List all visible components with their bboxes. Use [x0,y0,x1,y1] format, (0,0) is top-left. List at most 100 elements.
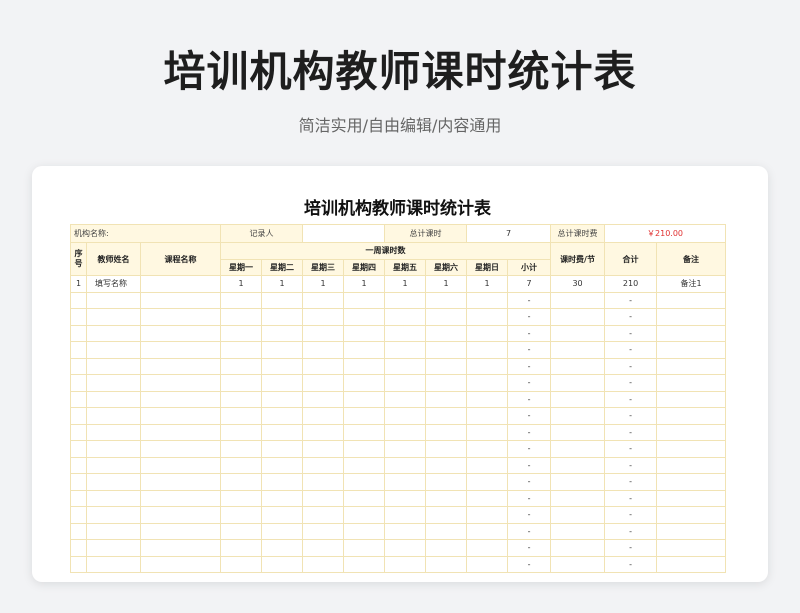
day-hours-cell[interactable] [302,555,345,573]
day-hours-cell[interactable] [302,522,345,540]
total-fee-value[interactable]: ￥210.00 [604,224,727,243]
remark-cell[interactable] [656,324,727,342]
day-hours-cell[interactable] [261,555,304,573]
subtotal-cell[interactable]: 7 [507,275,552,293]
day-hours-cell[interactable] [425,341,468,359]
day-hours-cell[interactable] [384,308,427,326]
subtotal-cell[interactable]: - [507,522,552,540]
seq-cell[interactable] [70,423,87,441]
total-cell[interactable]: - [604,423,658,441]
remark-cell[interactable] [656,539,727,557]
course-cell[interactable] [139,308,222,326]
course-cell[interactable] [139,539,222,557]
day-hours-cell[interactable] [466,440,509,458]
rate-cell[interactable] [550,324,606,342]
total-cell[interactable]: - [604,374,658,392]
remark-cell[interactable] [656,473,727,491]
day-hours-cell[interactable] [384,407,427,425]
day-hours-cell[interactable] [302,423,345,441]
total-cell[interactable]: - [604,407,658,425]
day-hours-cell[interactable] [466,341,509,359]
day-hours-cell[interactable] [261,308,304,326]
teacher-cell[interactable] [86,522,141,540]
day-hours-cell[interactable] [425,539,468,557]
org-name-cell[interactable]: 机构名称: [69,224,222,243]
total-cell[interactable]: 210 [604,275,658,293]
day-hours-cell[interactable] [343,407,386,425]
rate-cell[interactable] [550,423,606,441]
rate-cell[interactable] [550,407,606,425]
day-hours-cell[interactable] [343,357,386,375]
day-hours-cell[interactable] [343,423,386,441]
day-hours-cell[interactable]: 1 [302,275,345,293]
course-cell[interactable] [139,489,222,507]
day-hours-cell[interactable] [261,357,304,375]
remark-cell[interactable] [656,489,727,507]
day-hours-cell[interactable] [425,440,468,458]
day-hours-cell[interactable] [343,539,386,557]
course-cell[interactable] [139,555,222,573]
day-hours-cell[interactable] [261,506,304,524]
day-hours-cell[interactable] [425,522,468,540]
course-cell[interactable] [139,275,222,293]
day-hours-cell[interactable] [384,440,427,458]
day-hours-cell[interactable] [302,440,345,458]
seq-cell[interactable] [70,324,87,342]
seq-cell[interactable] [70,473,87,491]
subtotal-cell[interactable]: - [507,456,552,474]
day-hours-cell[interactable] [302,324,345,342]
subtotal-cell[interactable]: - [507,423,552,441]
day-hours-cell[interactable] [302,374,345,392]
day-hours-cell[interactable] [261,522,304,540]
teacher-cell[interactable]: 填写名称 [86,275,141,293]
day-hours-cell[interactable] [302,506,345,524]
course-cell[interactable] [139,473,222,491]
day-hours-cell[interactable] [384,357,427,375]
remark-cell[interactable] [656,308,727,326]
rate-cell[interactable] [550,522,606,540]
day-hours-cell[interactable]: 1 [220,275,263,293]
day-hours-cell[interactable] [466,291,509,309]
day-hours-cell[interactable] [425,456,468,474]
teacher-cell[interactable] [86,506,141,524]
seq-cell[interactable] [70,555,87,573]
seq-cell[interactable] [70,407,87,425]
teacher-cell[interactable] [86,473,141,491]
teacher-cell[interactable] [86,341,141,359]
day-hours-cell[interactable] [261,407,304,425]
teacher-cell[interactable] [86,407,141,425]
rate-cell[interactable] [550,341,606,359]
day-hours-cell[interactable] [384,291,427,309]
day-hours-cell[interactable] [302,308,345,326]
day-hours-cell[interactable] [343,324,386,342]
total-cell[interactable]: - [604,555,658,573]
subtotal-cell[interactable]: - [507,308,552,326]
total-cell[interactable]: - [604,473,658,491]
day-hours-cell[interactable] [261,489,304,507]
day-hours-cell[interactable] [220,473,263,491]
total-cell[interactable]: - [604,291,658,309]
course-cell[interactable] [139,357,222,375]
day-hours-cell[interactable] [466,308,509,326]
rate-cell[interactable] [550,489,606,507]
teacher-cell[interactable] [86,357,141,375]
course-cell[interactable] [139,440,222,458]
total-cell[interactable]: - [604,522,658,540]
teacher-cell[interactable] [86,390,141,408]
day-hours-cell[interactable] [343,390,386,408]
total-cell[interactable]: - [604,440,658,458]
remark-cell[interactable] [656,374,727,392]
day-hours-cell[interactable] [343,555,386,573]
course-cell[interactable] [139,423,222,441]
seq-cell[interactable] [70,341,87,359]
total-cell[interactable]: - [604,341,658,359]
day-hours-cell[interactable]: 1 [343,275,386,293]
subtotal-cell[interactable]: - [507,489,552,507]
day-hours-cell[interactable] [425,390,468,408]
day-hours-cell[interactable] [261,390,304,408]
rate-cell[interactable] [550,374,606,392]
subtotal-cell[interactable]: - [507,324,552,342]
remark-cell[interactable] [656,357,727,375]
day-hours-cell[interactable] [220,308,263,326]
day-hours-cell[interactable] [466,489,509,507]
